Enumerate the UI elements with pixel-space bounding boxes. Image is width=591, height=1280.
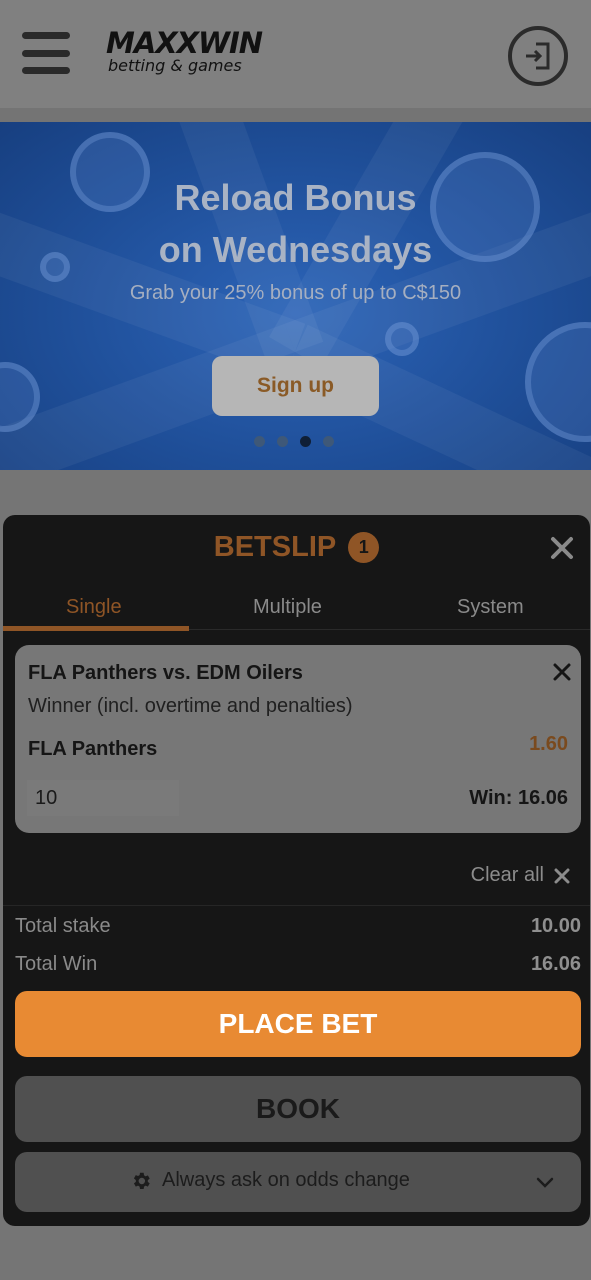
tab-multiple[interactable]: Multiple: [253, 596, 322, 619]
carousel-dot-active[interactable]: [300, 436, 311, 447]
chip-decoration: [385, 322, 419, 356]
betslip-count-badge: 1: [348, 532, 380, 563]
odds-change-label: Always ask on odds change: [162, 1169, 410, 1191]
header-gap: [0, 108, 591, 122]
book-button[interactable]: BOOK: [15, 1076, 581, 1142]
app-header: MAXXWIN betting & games: [0, 0, 591, 108]
logo[interactable]: MAXXWIN betting & games: [106, 28, 296, 80]
carousel-dot[interactable]: [277, 436, 288, 447]
banner-title: Reload Bonus on Wednesdays: [158, 177, 433, 270]
total-win-row: Total Win 16.06: [15, 953, 581, 976]
stake-input[interactable]: [27, 780, 179, 816]
login-door-icon: [526, 42, 550, 70]
carousel-dot[interactable]: [323, 436, 334, 447]
betslip-panel: BETSLIP 1 Single Multiple System FLA Pan…: [3, 515, 590, 1226]
tab-single[interactable]: Single: [66, 596, 122, 619]
bet-match: FLA Panthers vs. EDM Oilers: [28, 662, 303, 684]
total-win-label: Total Win: [15, 953, 98, 975]
chevron-down-icon: [536, 1177, 554, 1188]
odds-change-select[interactable]: Always ask on odds change: [15, 1152, 581, 1212]
close-icon: [554, 868, 570, 883]
hamburger-icon[interactable]: [22, 32, 70, 74]
total-stake-value: 10.00: [530, 915, 581, 937]
bet-odds: 1.60: [529, 733, 568, 755]
total-win-value: 16.06: [530, 953, 581, 975]
total-stake-label: Total stake: [15, 915, 111, 937]
carousel-dots: [254, 436, 334, 447]
summary-divider: [3, 905, 590, 906]
betslip-title: BETSLIP 1: [3, 531, 590, 564]
gear-icon: [133, 1172, 150, 1189]
place-bet-button[interactable]: PLACE BET: [15, 991, 581, 1057]
close-icon[interactable]: [549, 535, 575, 561]
bet-card: FLA Panthers vs. EDM Oilers Winner (incl…: [15, 645, 581, 833]
tab-active-indicator: [3, 626, 189, 631]
remove-bet-icon[interactable]: [552, 662, 572, 682]
bet-market: Winner (incl. overtime and penalties): [28, 695, 353, 717]
banner-subtitle: Grab your 25% bonus of up to C$150: [129, 282, 462, 304]
login-button[interactable]: [508, 26, 568, 86]
logo-main-text: MAXXWIN: [106, 26, 263, 60]
clear-all-button[interactable]: Clear all: [471, 864, 570, 887]
bet-potential-win: Win: 16.06: [469, 787, 568, 809]
promo-banner[interactable]: Reload Bonus on Wednesdays Grab your 25%…: [0, 122, 591, 470]
total-stake-row: Total stake 10.00: [15, 915, 581, 938]
logo-sub-text: betting & games: [108, 56, 242, 75]
chip-decoration: [525, 322, 591, 442]
clear-all-label: Clear all: [470, 864, 544, 886]
tab-system[interactable]: System: [457, 596, 524, 619]
bet-pick: FLA Panthers: [28, 738, 158, 760]
carousel-dot[interactable]: [254, 436, 265, 447]
sign-up-button[interactable]: Sign up: [212, 356, 379, 416]
